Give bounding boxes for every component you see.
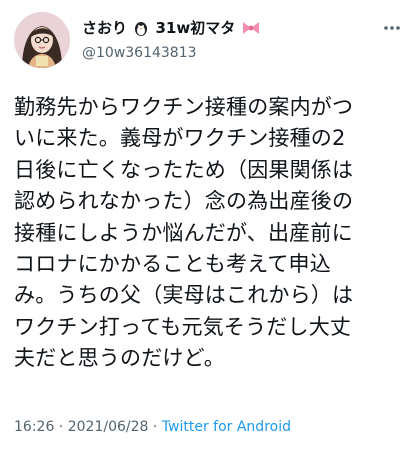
display-name[interactable]: さおり 31w初マタ xyxy=(82,18,262,41)
display-name-text: さおり xyxy=(82,19,128,37)
tweet-source-link[interactable]: Twitter for Android xyxy=(162,419,291,435)
tweet-meta: 16:26 · 2021/06/28 · Twitter for Android xyxy=(14,419,291,435)
avatar-illustration xyxy=(14,12,70,68)
penguin-emoji-icon xyxy=(133,20,149,41)
tweet-header: さおり 31w初マタ @10w36143813 xyxy=(14,12,405,70)
user-handle[interactable]: @10w36143813 xyxy=(82,43,262,63)
ribbon-emoji-icon xyxy=(241,20,261,41)
tweet-time[interactable]: 16:26 xyxy=(14,419,54,435)
meta-separator: · xyxy=(148,419,162,435)
avatar[interactable] xyxy=(14,12,70,68)
more-icon[interactable] xyxy=(381,20,403,34)
tweet-text: 勤務先からワクチン接種の案内がつ いに来た。義母がワクチン接種の2 日後に亡くな… xyxy=(14,95,354,371)
display-name-suffix: 31w初マタ xyxy=(155,19,236,37)
meta-separator: · xyxy=(54,419,68,435)
tweet-date[interactable]: 2021/06/28 xyxy=(68,419,149,435)
user-names: さおり 31w初マタ @10w36143813 xyxy=(82,18,262,63)
